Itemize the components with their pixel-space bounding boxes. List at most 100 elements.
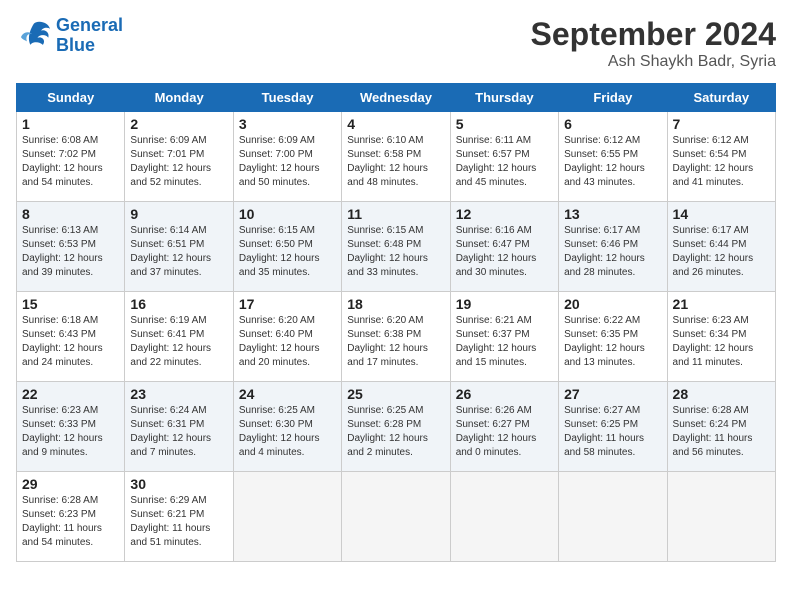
day-detail: Sunrise: 6:17 AMSunset: 6:46 PMDaylight:… (564, 224, 661, 280)
day-detail: Sunrise: 6:28 AMSunset: 6:24 PMDaylight:… (673, 404, 770, 460)
logo-blue: Blue (56, 35, 95, 55)
calendar-day-cell: 3 Sunrise: 6:09 AMSunset: 7:00 PMDaylight… (233, 112, 341, 202)
day-number: 5 (456, 116, 553, 132)
month-title: September 2024 (531, 16, 776, 53)
day-number: 1 (22, 116, 119, 132)
day-detail: Sunrise: 6:14 AMSunset: 6:51 PMDaylight:… (130, 224, 227, 280)
day-detail: Sunrise: 6:12 AMSunset: 6:55 PMDaylight:… (564, 134, 661, 190)
day-number: 14 (673, 206, 770, 222)
day-number: 9 (130, 206, 227, 222)
calendar-day-cell: 30Sunrise: 6:29 AMSunset: 6:21 PMDayligh… (125, 472, 233, 562)
calendar-day-cell: 27 Sunrise: 6:27 AMSunset: 6:25 PMDayligh… (559, 382, 667, 472)
day-detail: Sunrise: 6:22 AMSunset: 6:35 PMDaylight:… (564, 314, 661, 370)
weekday-header: Wednesday (342, 84, 450, 112)
day-detail: Sunrise: 6:28 AMSunset: 6:23 PMDaylight:… (22, 494, 119, 550)
calendar-day-cell: 12 Sunrise: 6:16 AMSunset: 6:47 PMDayligh… (450, 202, 558, 292)
day-number: 22 (22, 386, 119, 402)
calendar-day-cell: 17 Sunrise: 6:20 AMSunset: 6:40 PMDayligh… (233, 292, 341, 382)
day-number: 2 (130, 116, 227, 132)
day-detail: Sunrise: 6:09 AMSunset: 7:01 PMDaylight:… (130, 134, 227, 190)
day-number: 20 (564, 296, 661, 312)
location-title: Ash Shaykh Badr, Syria (531, 53, 776, 71)
day-detail: Sunrise: 6:17 AMSunset: 6:44 PMDaylight:… (673, 224, 770, 280)
day-number: 23 (130, 386, 227, 402)
day-number: 19 (456, 296, 553, 312)
calendar-empty-cell (450, 472, 558, 562)
calendar-week-row: 29 Sunrise: 6:28 AMSunset: 6:23 PMDayligh… (17, 472, 776, 562)
day-number: 6 (564, 116, 661, 132)
day-detail: Sunrise: 6:09 AMSunset: 7:00 PMDaylight:… (239, 134, 336, 190)
day-number: 8 (22, 206, 119, 222)
weekday-header: Tuesday (233, 84, 341, 112)
day-number: 7 (673, 116, 770, 132)
day-number: 28 (673, 386, 770, 402)
calendar-day-cell: 22 Sunrise: 6:23 AMSunset: 6:33 PMDayligh… (17, 382, 125, 472)
weekday-header: Saturday (667, 84, 775, 112)
calendar-week-row: 22 Sunrise: 6:23 AMSunset: 6:33 PMDayligh… (17, 382, 776, 472)
day-number: 13 (564, 206, 661, 222)
day-number: 15 (22, 296, 119, 312)
calendar-day-cell: 7 Sunrise: 6:12 AMSunset: 6:54 PMDaylight… (667, 112, 775, 202)
day-detail: Sunrise: 6:25 AMSunset: 6:28 PMDaylight:… (347, 404, 444, 460)
calendar-day-cell: 25 Sunrise: 6:25 AMSunset: 6:28 PMDayligh… (342, 382, 450, 472)
day-detail: Sunrise: 6:15 AMSunset: 6:48 PMDaylight:… (347, 224, 444, 280)
day-number: 10 (239, 206, 336, 222)
day-detail: Sunrise: 6:18 AMSunset: 6:43 PMDaylight:… (22, 314, 119, 370)
calendar-day-cell: 5 Sunrise: 6:11 AMSunset: 6:57 PMDaylight… (450, 112, 558, 202)
page-header: GeneralBlue September 2024 Ash Shaykh Ba… (16, 16, 776, 71)
calendar-day-cell: 6 Sunrise: 6:12 AMSunset: 6:55 PMDaylight… (559, 112, 667, 202)
calendar-day-cell: 24Sunrise: 6:25 AMSunset: 6:30 PMDayligh… (233, 382, 341, 472)
calendar-header-row: SundayMondayTuesdayWednesdayThursdayFrid… (17, 84, 776, 112)
calendar-day-cell: 9 Sunrise: 6:14 AMSunset: 6:51 PMDaylight… (125, 202, 233, 292)
day-detail: Sunrise: 6:11 AMSunset: 6:57 PMDaylight:… (456, 134, 553, 190)
weekday-header: Monday (125, 84, 233, 112)
day-detail: Sunrise: 6:25 AMSunset: 6:30 PMDaylight:… (239, 404, 336, 460)
calendar-empty-cell (342, 472, 450, 562)
weekday-header: Thursday (450, 84, 558, 112)
day-detail: Sunrise: 6:24 AMSunset: 6:31 PMDaylight:… (130, 404, 227, 460)
calendar-table: SundayMondayTuesdayWednesdayThursdayFrid… (16, 83, 776, 562)
calendar-empty-cell (667, 472, 775, 562)
calendar-empty-cell (559, 472, 667, 562)
calendar-day-cell: 14 Sunrise: 6:17 AMSunset: 6:44 PMDayligh… (667, 202, 775, 292)
day-number: 12 (456, 206, 553, 222)
day-detail: Sunrise: 6:20 AMSunset: 6:40 PMDaylight:… (239, 314, 336, 370)
day-number: 4 (347, 116, 444, 132)
day-number: 27 (564, 386, 661, 402)
day-number: 18 (347, 296, 444, 312)
calendar-day-cell: 10 Sunrise: 6:15 AMSunset: 6:50 PMDayligh… (233, 202, 341, 292)
calendar-day-cell: 26Sunrise: 6:26 AMSunset: 6:27 PMDayligh… (450, 382, 558, 472)
calendar-day-cell: 21Sunrise: 6:23 AMSunset: 6:34 PMDayligh… (667, 292, 775, 382)
day-detail: Sunrise: 6:23 AMSunset: 6:33 PMDaylight:… (22, 404, 119, 460)
calendar-day-cell: 13 Sunrise: 6:17 AMSunset: 6:46 PMDayligh… (559, 202, 667, 292)
day-number: 25 (347, 386, 444, 402)
weekday-header: Sunday (17, 84, 125, 112)
day-number: 16 (130, 296, 227, 312)
day-detail: Sunrise: 6:21 AMSunset: 6:37 PMDaylight:… (456, 314, 553, 370)
logo-general: General (56, 15, 123, 35)
day-number: 29 (22, 476, 119, 492)
title-block: September 2024 Ash Shaykh Badr, Syria (531, 16, 776, 71)
calendar-day-cell: 28 Sunrise: 6:28 AMSunset: 6:24 PMDayligh… (667, 382, 775, 472)
calendar-day-cell: 15 Sunrise: 6:18 AMSunset: 6:43 PMDayligh… (17, 292, 125, 382)
logo: GeneralBlue (16, 16, 123, 56)
calendar-day-cell: 2 Sunrise: 6:09 AMSunset: 7:01 PMDaylight… (125, 112, 233, 202)
day-number: 30 (130, 476, 227, 492)
calendar-day-cell: 1 Sunrise: 6:08 AMSunset: 7:02 PMDaylight… (17, 112, 125, 202)
calendar-day-cell: 8Sunrise: 6:13 AMSunset: 6:53 PMDaylight… (17, 202, 125, 292)
day-number: 17 (239, 296, 336, 312)
day-detail: Sunrise: 6:19 AMSunset: 6:41 PMDaylight:… (130, 314, 227, 370)
day-number: 3 (239, 116, 336, 132)
day-detail: Sunrise: 6:27 AMSunset: 6:25 PMDaylight:… (564, 404, 661, 460)
day-detail: Sunrise: 6:08 AMSunset: 7:02 PMDaylight:… (22, 134, 119, 190)
calendar-week-row: 8Sunrise: 6:13 AMSunset: 6:53 PMDaylight… (17, 202, 776, 292)
calendar-day-cell: 4 Sunrise: 6:10 AMSunset: 6:58 PMDaylight… (342, 112, 450, 202)
logo-icon (16, 20, 52, 52)
day-detail: Sunrise: 6:16 AMSunset: 6:47 PMDaylight:… (456, 224, 553, 280)
day-detail: Sunrise: 6:10 AMSunset: 6:58 PMDaylight:… (347, 134, 444, 190)
day-detail: Sunrise: 6:12 AMSunset: 6:54 PMDaylight:… (673, 134, 770, 190)
calendar-empty-cell (233, 472, 341, 562)
day-detail: Sunrise: 6:15 AMSunset: 6:50 PMDaylight:… (239, 224, 336, 280)
calendar-day-cell: 23 Sunrise: 6:24 AMSunset: 6:31 PMDayligh… (125, 382, 233, 472)
day-detail: Sunrise: 6:26 AMSunset: 6:27 PMDaylight:… (456, 404, 553, 460)
